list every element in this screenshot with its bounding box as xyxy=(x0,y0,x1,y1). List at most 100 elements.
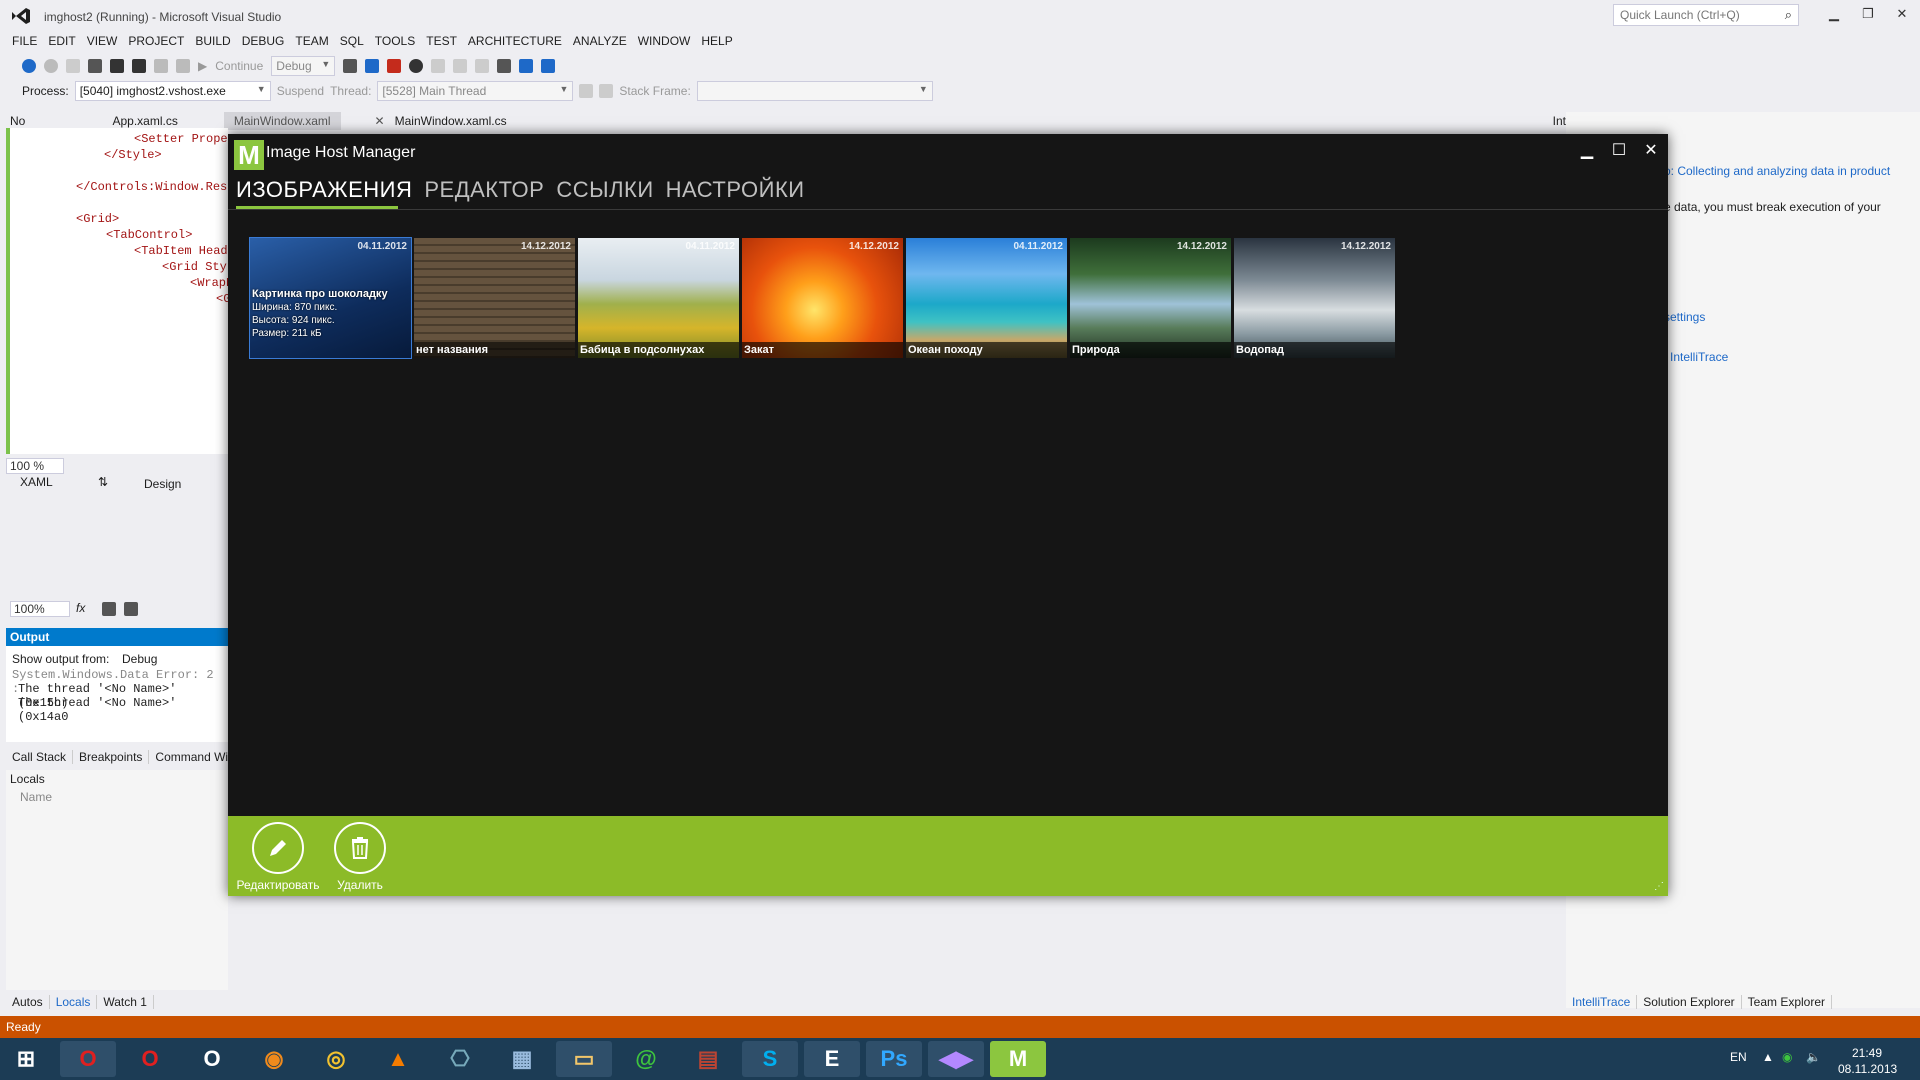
image-thumbnail[interactable]: 14.12.2012 Закат xyxy=(742,238,903,358)
locals-column-name[interactable]: Name xyxy=(20,790,52,804)
menu-edit[interactable]: EDIT xyxy=(48,34,86,48)
menu-analyze[interactable]: ANALYZE xyxy=(573,34,638,48)
formula-icon[interactable]: fx xyxy=(76,601,85,615)
tab-team-explorer[interactable]: Team Explorer xyxy=(1742,995,1833,1009)
tab-watch-1[interactable]: Watch 1 xyxy=(97,995,154,1009)
designer-zoom-select[interactable]: 100% xyxy=(10,601,70,617)
continue-icon[interactable]: ▶ xyxy=(198,59,207,73)
image-thumbnail[interactable]: 04.11.2012 Картинка про шоколадку Ширина… xyxy=(249,237,412,359)
tab-intellitrace-bottom[interactable]: IntelliTrace xyxy=(1566,995,1638,1009)
save-icon[interactable] xyxy=(110,59,124,73)
pause-icon[interactable] xyxy=(365,59,380,73)
image-thumbnail[interactable]: 14.12.2012 Природа xyxy=(1070,238,1231,358)
restore-icon[interactable]: ❐ xyxy=(1856,6,1880,24)
show-output-select[interactable]: Debug xyxy=(122,652,157,666)
skype-icon[interactable]: S xyxy=(742,1041,798,1077)
forward-icon[interactable] xyxy=(44,59,58,73)
winrar-icon[interactable]: ▤ xyxy=(680,1041,736,1077)
start-button[interactable]: ⊞ xyxy=(4,1041,48,1077)
tab-breakpoints[interactable]: Breakpoints xyxy=(73,750,150,764)
close-icon[interactable]: ✕ xyxy=(375,114,385,128)
image-thumbnail[interactable]: 04.11.2012 Океан походу xyxy=(906,238,1067,358)
redo-icon[interactable] xyxy=(176,59,190,73)
resize-grip-icon[interactable]: ⋰ xyxy=(1654,881,1664,892)
back-icon[interactable] xyxy=(22,59,36,73)
tab-call-stack[interactable]: Call Stack xyxy=(6,750,74,764)
quick-launch-input[interactable]: Quick Launch (Ctrl+Q) ⌕ xyxy=(1613,4,1799,26)
delete-button[interactable]: Удалить xyxy=(320,822,400,892)
menu-window[interactable]: WINDOW xyxy=(638,34,702,48)
tab-settings[interactable]: НАСТРОЙКИ xyxy=(666,177,805,203)
zoom-select[interactable]: 100 % xyxy=(6,458,64,474)
tab-locals[interactable]: Locals xyxy=(50,995,98,1009)
minimize-icon[interactable]: ▁ xyxy=(1572,140,1602,162)
image-thumbnail[interactable]: 14.12.2012 Водопад xyxy=(1234,238,1395,358)
menu-tools[interactable]: TOOLS xyxy=(375,34,426,48)
xaml-code-editor[interactable]: <Setter Proper </Style> </Controls:Windo… xyxy=(6,128,242,454)
undo-icon[interactable] xyxy=(154,59,168,73)
network-icon[interactable]: ⎔ xyxy=(432,1041,488,1077)
process-select[interactable]: [5040] imghost2.vshost.exe ▼ xyxy=(74,81,271,101)
open-file-icon[interactable] xyxy=(88,59,102,73)
tray-app-icon[interactable]: ◉ xyxy=(1782,1050,1792,1064)
bookmark-prev-icon[interactable] xyxy=(541,59,556,73)
menu-view[interactable]: VIEW xyxy=(87,34,129,48)
image-thumbnail[interactable]: 14.12.2012 нет названия xyxy=(414,238,575,358)
clock-time[interactable]: 21:49 xyxy=(1852,1046,1882,1060)
firefox-icon[interactable]: ◉ xyxy=(246,1041,302,1077)
suspend-button[interactable]: Suspend xyxy=(277,84,324,98)
new-project-icon[interactable] xyxy=(66,59,80,73)
menu-architecture[interactable]: ARCHITECTURE xyxy=(468,34,573,48)
tab-autos[interactable]: Autos xyxy=(6,995,50,1009)
tab-images[interactable]: ИЗОБРАЖЕНИЯ xyxy=(236,177,412,203)
image-host-manager-icon[interactable]: M xyxy=(990,1041,1046,1077)
menu-sql[interactable]: SQL xyxy=(340,34,375,48)
minimize-icon[interactable]: ▁ xyxy=(1822,6,1846,24)
menu-project[interactable]: PROJECT xyxy=(128,34,195,48)
stack-frame-select[interactable]: ▼ xyxy=(696,81,933,101)
clock-date[interactable]: 08.11.2013 xyxy=(1838,1062,1897,1076)
browser-link-icon[interactable] xyxy=(343,59,358,73)
language-indicator[interactable]: EN xyxy=(1730,1050,1747,1064)
bookmark-icon[interactable] xyxy=(497,59,512,73)
menu-debug[interactable]: DEBUG xyxy=(242,34,296,48)
calculator-icon[interactable]: ▦ xyxy=(494,1041,550,1077)
tab-solution-explorer[interactable]: Solution Explorer xyxy=(1637,995,1742,1009)
volume-icon[interactable]: 🔈 xyxy=(1806,1050,1821,1064)
close-icon[interactable]: ✕ xyxy=(1890,6,1914,24)
snap-icon[interactable] xyxy=(124,602,138,616)
vlc-icon[interactable]: ▲ xyxy=(370,1041,426,1077)
tab-mainwindow-xaml[interactable]: MainWindow.xaml xyxy=(223,112,341,130)
config-select[interactable]: Debug ▼ xyxy=(271,56,336,76)
menu-help[interactable]: HELP xyxy=(701,34,743,48)
menu-team[interactable]: TEAM xyxy=(295,34,339,48)
edit-button[interactable]: Редактировать xyxy=(237,822,319,892)
flag-icon[interactable] xyxy=(599,84,614,98)
opera-icon[interactable]: O xyxy=(60,1041,116,1077)
save-all-icon[interactable] xyxy=(132,59,146,73)
file-explorer-icon[interactable]: ▭ xyxy=(556,1041,612,1077)
photoshop-icon[interactable]: Ps xyxy=(866,1041,922,1077)
step-into-icon[interactable] xyxy=(431,59,446,73)
grid-icon[interactable] xyxy=(102,602,116,616)
settings-link[interactable]: settings xyxy=(1664,310,1705,324)
mail-agent-icon[interactable]: @ xyxy=(618,1041,674,1077)
continue-button[interactable]: Continue xyxy=(215,59,263,73)
menu-build[interactable]: BUILD xyxy=(195,34,241,48)
intellitrace-help-link[interactable]: o: Collecting and analyzing data in prod… xyxy=(1664,164,1890,178)
opera-white-icon[interactable]: O xyxy=(184,1041,240,1077)
bookmark-next-icon[interactable] xyxy=(519,59,534,73)
visual-studio-icon[interactable]: ◀▶ xyxy=(928,1041,984,1077)
menu-file[interactable]: FILE xyxy=(12,34,48,48)
evernote-icon[interactable]: E xyxy=(804,1041,860,1077)
menu-test[interactable]: TEST xyxy=(426,34,468,48)
xaml-tab[interactable]: XAML xyxy=(20,475,53,489)
tab-links[interactable]: ССЫЛКИ xyxy=(556,177,653,203)
maximize-icon[interactable]: ☐ xyxy=(1604,140,1634,162)
filter-icon[interactable] xyxy=(579,84,594,98)
close-icon[interactable]: ✕ xyxy=(1636,140,1666,162)
intellitrace-link[interactable]: IntelliTrace xyxy=(1670,350,1728,364)
swap-panes-icon[interactable]: ⇅ xyxy=(98,475,108,489)
thread-select[interactable]: [5528] Main Thread ▼ xyxy=(377,81,574,101)
step-over-icon[interactable] xyxy=(453,59,468,73)
